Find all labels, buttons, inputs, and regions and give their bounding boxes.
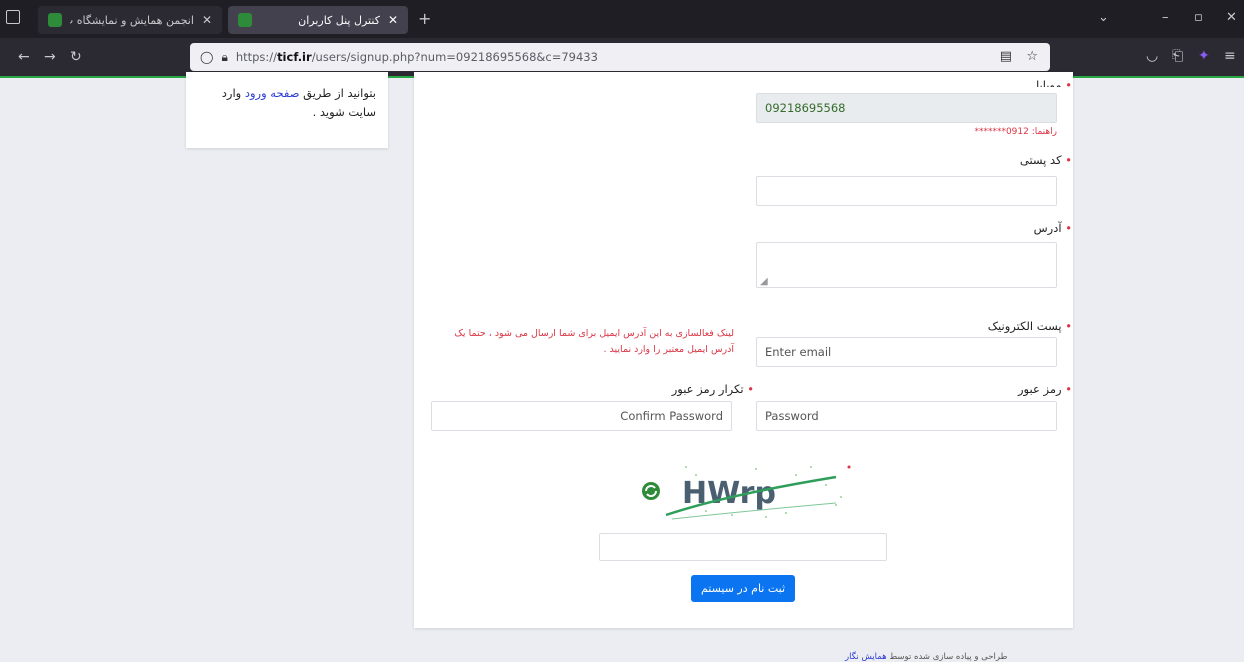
bookmark-star-icon[interactable]: ☆ [1026,49,1038,64]
browser-tab-bar: انجمن همایش و نمایشگاه پ ✕ کنترل پنل کار… [0,0,1244,38]
url-prefix: https:// [235,50,278,64]
back-icon[interactable]: ← [18,49,30,65]
captcha-image: HWrp [642,465,851,520]
footer-link[interactable]: همایش نگار [845,652,887,662]
browser-tab-2[interactable]: کنترل پنل کاربران ✕ [228,6,408,34]
tab-title: انجمن همایش و نمایشگاه پ [70,13,194,27]
tab-title: کنترل پنل کاربران [298,13,380,27]
forward-icon[interactable]: → [44,49,56,65]
mobile-field[interactable]: 09218695568 [756,93,1057,123]
email-field[interactable]: Enter email [756,337,1057,367]
maximize-icon[interactable]: ▫ [1194,10,1203,25]
tab-close-icon[interactable]: ✕ [202,13,212,27]
pocket-icon[interactable]: ◡ [1146,48,1158,64]
shield-icon: ◯ [200,50,214,64]
resize-handle-icon[interactable]: ◢ [760,276,768,287]
new-tab-icon[interactable]: + [418,9,431,28]
address-label: • آدرس [1033,221,1072,235]
reload-icon[interactable]: ↻ [70,49,82,65]
browser-tab-1[interactable]: انجمن همایش و نمایشگاه پ ✕ [38,6,222,34]
reader-view-icon[interactable]: ▤ [1000,49,1012,64]
lock-icon: 🔒︎ [221,49,228,64]
mobile-hint: راهنما: 0912******* [974,127,1057,137]
extensions-icon[interactable]: ⎗ [1172,48,1183,64]
postal-code-field[interactable] [756,176,1057,206]
login-page-link[interactable]: صفحه ورود [245,86,300,100]
site-favicon-icon [238,13,252,27]
captcha-refresh-icon[interactable] [642,482,660,500]
confirm-password-field[interactable]: Confirm Password [431,401,732,431]
site-favicon-icon [48,13,62,27]
signup-submit-button[interactable]: ثبت نام در سیستم [691,575,795,602]
menu-icon[interactable]: ≡ [1224,48,1236,64]
postal-code-label: • کد پستی [1019,153,1072,167]
url-domain: ticf.ir [277,50,312,64]
email-label: • پست الکترونیک [987,319,1072,333]
url-path: /users/signup.php?num=09218695568&c=7943… [311,50,598,64]
url-bar[interactable]: ◯ 🔒︎ https://ticf.ir/users/signup.php?nu… [190,43,1050,71]
password-label: • رمز عبور [1018,382,1072,396]
footer-credit: طراحی و پیاده سازی شده توسط همایش نگار [845,652,1008,662]
tab-list-icon[interactable] [6,10,20,24]
address-textarea[interactable] [756,242,1057,288]
password-field[interactable]: Password [756,401,1057,431]
email-note: لینک فعالسازی به این آدرس ایمیل برای شما… [454,328,734,355]
tab-overflow-icon[interactable]: ⌄ [1098,10,1109,25]
minimize-icon[interactable]: – [1162,10,1169,25]
info-text-before: بتوانید از طریق [299,86,376,100]
confirm-password-label: • تکرار رمز عبور [671,382,754,396]
close-window-icon[interactable]: ✕ [1226,10,1237,25]
addon-icon[interactable]: ✦ [1198,48,1210,64]
info-card: بتوانید از طریق صفحه ورود وارد سایت شوید… [186,72,388,148]
captcha-input[interactable] [599,533,887,561]
tab-close-icon[interactable]: ✕ [388,13,398,27]
mobile-label: • موبایل [1030,78,1072,87]
